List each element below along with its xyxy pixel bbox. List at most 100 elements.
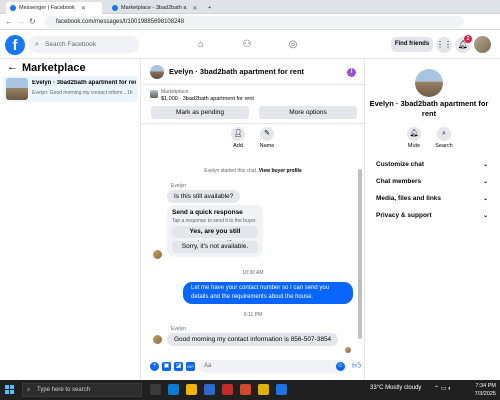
section-label: Customize chat bbox=[376, 161, 425, 168]
outgoing-message: Let me have your contact number so I can… bbox=[183, 282, 353, 304]
mail-icon[interactable] bbox=[204, 384, 215, 395]
chat-members-section[interactable]: Chat members ⌄ bbox=[376, 178, 488, 185]
search-icon: ⌕ bbox=[437, 127, 451, 141]
emoji-icon[interactable]: ☺ bbox=[336, 362, 345, 371]
store-icon[interactable] bbox=[240, 384, 251, 395]
media-files-links-section[interactable]: Media, files and links ⌄ bbox=[376, 195, 488, 202]
add-label: Add bbox=[233, 143, 243, 149]
quick-reply-sorry-button[interactable]: Sorry, it's not available. bbox=[172, 241, 258, 253]
listing-price-title[interactable]: $1,000 · 3bad2bath apartment for rent bbox=[161, 96, 254, 102]
mark-as-pending-button[interactable]: Mark as pending bbox=[151, 106, 249, 119]
conversation-name: Evelyn · 3bad2bath apartment for rent bbox=[32, 80, 136, 86]
chat-details-panel: Evelyn · 3bad2bath apartment for rent 🔔︎… bbox=[366, 59, 500, 380]
clock-time: 7:34 PM bbox=[475, 383, 496, 389]
chat-details-avatar bbox=[415, 69, 443, 97]
quick-reply-yes-button[interactable]: Yes, are you still interested? bbox=[172, 226, 258, 247]
facebook-logo[interactable]: f bbox=[5, 35, 25, 55]
sender-avatar bbox=[153, 335, 162, 344]
customize-chat-section[interactable]: Customize chat ⌄ bbox=[376, 161, 488, 168]
incoming-message: Good morning my contact information is 8… bbox=[167, 333, 339, 346]
plus-icon[interactable]: + bbox=[150, 362, 159, 371]
conversation-item[interactable]: Evelyn · 3bad2bath apartment for rent Ev… bbox=[3, 76, 138, 102]
chevron-down-icon: ⌄ bbox=[482, 179, 488, 185]
search-in-chat-button[interactable]: ⌕ Search bbox=[429, 127, 459, 149]
weather-widget[interactable]: 33°C Mostly cloudy bbox=[370, 385, 421, 391]
view-buyer-profile-link[interactable]: View buyer profile bbox=[259, 168, 302, 174]
pencil-icon: ✎ bbox=[260, 127, 274, 141]
search-input[interactable]: ⌕ Search Facebook bbox=[29, 36, 139, 53]
search-icon: ⌕ bbox=[27, 387, 31, 393]
tab-label: Marketplace - 3bad2bath a bbox=[121, 5, 187, 11]
back-arrow-icon[interactable]: ← bbox=[7, 61, 18, 73]
chat-header: Evelyn · 3bad2bath apartment for rent i bbox=[141, 59, 365, 85]
add-action[interactable]: 👤︎ Add bbox=[223, 127, 253, 149]
more-options-button[interactable]: More options bbox=[259, 106, 357, 119]
sticker-icon[interactable]: ◪ bbox=[174, 362, 183, 371]
mute-button[interactable]: 🔔︎ Mute bbox=[399, 127, 429, 149]
quick-response-subtext: Tap a response to send it to the buyer. bbox=[172, 218, 257, 224]
close-tab-icon[interactable]: ✕ bbox=[81, 5, 86, 12]
chat-scrollbar[interactable] bbox=[358, 169, 362, 339]
chevron-down-icon: ⌄ bbox=[482, 196, 488, 202]
listing-thumbnail bbox=[6, 78, 28, 100]
message-composer: + ▣ ◪ GIF Aa ☺ 👍︎ bbox=[141, 356, 365, 378]
facebook-header: f ⌕ Search Facebook ⌂ ⚇ ◎ Find friends ⋮… bbox=[0, 31, 500, 59]
back-arrow-icon[interactable]: ← bbox=[5, 17, 13, 26]
search-placeholder: Search Facebook bbox=[45, 41, 96, 48]
tab-messenger[interactable]: Messenger | Facebook ✕ bbox=[6, 2, 102, 14]
chat-start-text: Evelyn started this chat. bbox=[204, 168, 258, 174]
chrome-icon[interactable] bbox=[258, 384, 269, 395]
chevron-down-icon: ⌄ bbox=[482, 213, 488, 219]
info-icon[interactable]: i bbox=[347, 68, 356, 77]
task-view-icon[interactable] bbox=[150, 384, 161, 395]
chat-title[interactable]: Evelyn · 3bad2bath apartment for rent bbox=[169, 67, 304, 76]
message-placeholder: Aa bbox=[204, 363, 212, 369]
listing-category: Marketplace bbox=[161, 89, 189, 95]
system-tray-icons[interactable]: ⌃ ▭ ◐ bbox=[434, 385, 452, 392]
seen-avatar bbox=[345, 347, 351, 353]
quick-response-card: Send a quick response Tap a response to … bbox=[167, 205, 263, 257]
chat-details-name: Evelyn · 3bad2bath apartment for rent bbox=[369, 99, 489, 118]
chat-start-note: Evelyn started this chat. View buyer pro… bbox=[141, 168, 365, 174]
file-explorer-icon[interactable] bbox=[186, 384, 197, 395]
reload-icon[interactable]: ↻ bbox=[29, 17, 36, 26]
bell-icon: 🔔︎ bbox=[407, 127, 421, 141]
home-icon[interactable]: ⌂ bbox=[194, 38, 208, 52]
privacy-support-section[interactable]: Privacy & support ⌄ bbox=[376, 212, 488, 219]
find-friends-button[interactable]: Find friends bbox=[391, 37, 433, 52]
edge-icon[interactable] bbox=[168, 384, 179, 395]
sender-avatar bbox=[153, 250, 162, 259]
search-icon: ⌕ bbox=[35, 41, 39, 48]
app-icon[interactable] bbox=[276, 384, 287, 395]
friends-icon[interactable]: ⚇ bbox=[240, 38, 254, 52]
listing-banner: Marketplace $1,000 · 3bad2bath apartment… bbox=[141, 86, 365, 124]
timestamp: 10:30 AM bbox=[242, 270, 264, 276]
gif-icon[interactable]: GIF bbox=[186, 362, 195, 371]
sender-name: Evelyn bbox=[171, 183, 187, 189]
address-bar[interactable]: facebook.com/messages/t/1001988569810824… bbox=[44, 16, 464, 28]
search-label: Search bbox=[435, 143, 453, 149]
name-action[interactable]: ✎ Name bbox=[252, 127, 282, 149]
windows-start-icon[interactable] bbox=[5, 385, 15, 395]
profile-avatar[interactable] bbox=[474, 36, 491, 53]
message-input[interactable]: Aa bbox=[199, 360, 347, 373]
office-icon[interactable] bbox=[222, 384, 233, 395]
chat-avatar[interactable] bbox=[150, 65, 164, 79]
photo-icon[interactable]: ▣ bbox=[162, 362, 171, 371]
taskbar-clock[interactable]: 7:34 PM 7/3/2025 bbox=[456, 382, 496, 398]
close-tab-icon[interactable]: ✕ bbox=[192, 5, 197, 12]
taskbar-search-input[interactable]: ⌕ Type here to search bbox=[22, 383, 142, 397]
thumbs-up-icon[interactable]: 👍︎ bbox=[352, 360, 361, 371]
clock-date: 7/3/2025 bbox=[474, 391, 496, 397]
new-tab-button[interactable]: + bbox=[204, 2, 215, 14]
notification-count-badge: 2 bbox=[464, 35, 472, 43]
chat-panel: Evelyn · 3bad2bath apartment for rent i … bbox=[141, 59, 365, 380]
groups-icon[interactable]: ◎ bbox=[286, 38, 300, 52]
forward-arrow-icon[interactable]: → bbox=[17, 17, 25, 26]
messenger-favicon-icon bbox=[10, 5, 16, 11]
section-label: Privacy & support bbox=[376, 212, 432, 219]
quick-response-heading: Send a quick response bbox=[172, 209, 243, 216]
tab-marketplace[interactable]: Marketplace - 3bad2bath a ✕ bbox=[108, 2, 204, 14]
tab-label: Messenger | Facebook bbox=[19, 5, 75, 11]
menu-grid-icon[interactable]: ⋮⋮ bbox=[436, 37, 452, 53]
